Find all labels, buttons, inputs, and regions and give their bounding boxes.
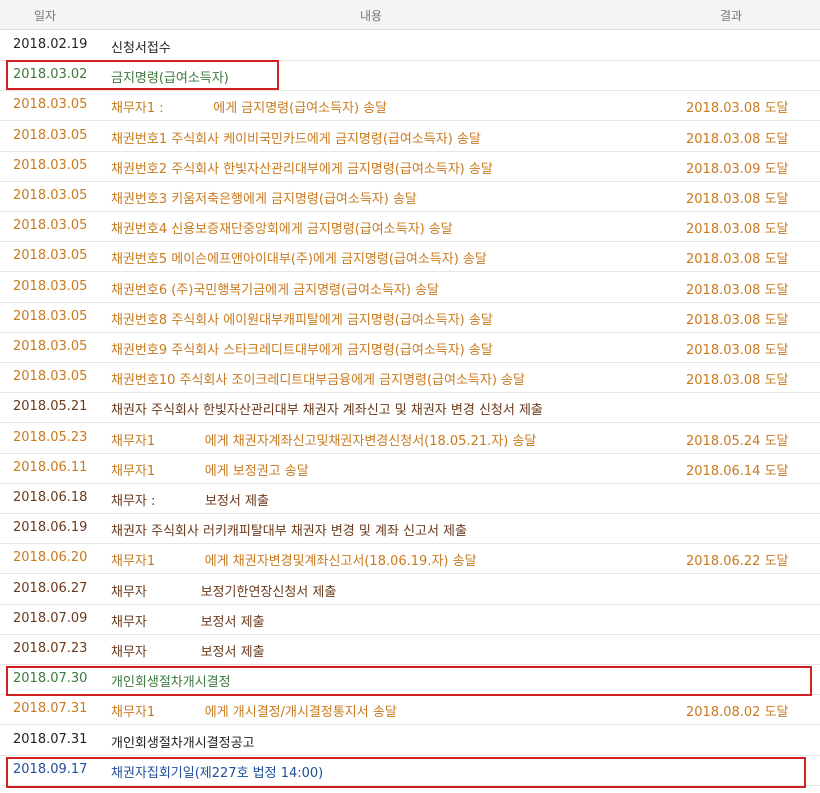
- table-row: 2018.03.05 채권번호2 주식회사 한빛자산관리대부에게 금지명령(급여소…: [0, 151, 820, 182]
- table-row: 2018.06.11 채무자1 에게 보정권고 송달 2018.06.14 도달: [0, 453, 820, 484]
- row-content: 채권자 주식회사 한빛자산관리대부 채권자 계좌신고 및 채권자 변경 신청서 …: [111, 403, 543, 419]
- row-result: 2018.08.02 도달: [686, 705, 789, 721]
- row-result: 2018.03.08 도달: [686, 252, 789, 268]
- row-content: 채무자1 에게 개시결정/개시결정통지서 송달: [111, 705, 397, 721]
- row-date: 2018.06.27: [13, 580, 88, 596]
- row-content: 신청서접수: [111, 41, 171, 56]
- row-content: 채무자 : 보정서 제출: [111, 494, 269, 509]
- row-date: 2018.06.20: [13, 550, 88, 566]
- row-date: 2018.03.05: [13, 278, 88, 294]
- table-row: 2018.07.31 개인회생절차개시결정공고: [0, 725, 820, 756]
- header-result: 결과: [720, 9, 743, 23]
- table-row: 2018.03.05 채권번호9 주식회사 스타크레디트대부에게 금지명령(급여소…: [0, 332, 820, 363]
- highlight-box: [6, 666, 812, 696]
- row-date: 2018.05.23: [13, 429, 88, 445]
- row-content: 채무자 보정기한연장신청서 제출: [111, 584, 337, 600]
- header-date: 일자: [34, 9, 57, 23]
- row-result: 2018.03.08 도달: [686, 373, 789, 389]
- table-row: 2018.06.27 채무자 보정기한연장신청서 제출: [0, 574, 820, 605]
- row-date: 2018.03.05: [13, 308, 88, 324]
- header-content: 내용: [360, 9, 383, 23]
- row-date: 2018.03.05: [13, 127, 88, 143]
- table-row: 2018.06.20 채무자1 에게 채권자변경및계좌신고서(18.06.19.자…: [0, 543, 820, 575]
- row-content: 채권번호9 주식회사 스타크레디트대부에게 금지명령(급여소득자) 송달: [111, 343, 493, 358]
- table-header: 일자 내용 결과: [0, 0, 820, 30]
- row-result: 2018.03.08 도달: [686, 101, 789, 117]
- table-row: 2018.06.19 채권자 주식회사 러키캐피탈대부 채권자 변경 및 계좌 신…: [0, 513, 820, 545]
- row-result: 2018.06.14 도달: [686, 463, 789, 479]
- row-result: 2018.03.08 도달: [686, 282, 789, 298]
- row-date: 2018.03.05: [13, 339, 88, 354]
- row-date: 2018.03.05: [13, 369, 88, 385]
- row-content: 채권번호6 (주)국민행복기금에게 금지명령(급여소득자) 송달: [111, 282, 439, 298]
- row-date: 2018.06.19: [13, 520, 88, 536]
- row-content: 채권번호5 메이슨에프앤아이대부(주)에게 금지명령(급여소득자) 송달: [111, 252, 487, 268]
- row-result: 2018.06.22 도달: [686, 554, 789, 570]
- row-result: 2018.03.09 도달: [686, 161, 789, 177]
- row-content: 채무자 보정서 제출: [111, 645, 265, 660]
- row-content: 채권자 주식회사 러키캐피탈대부 채권자 변경 및 계좌 신고서 제출: [111, 524, 467, 540]
- table-row: 2018.03.05 채무자1 : 에게 금지명령(급여소득자) 송달 2018.0…: [0, 90, 820, 122]
- table-row: 2018.03.05 채권번호10 주식회사 조이크레디트대부금융에게 금지명령(…: [0, 362, 820, 394]
- row-content: 개인회생절차개시결정공고: [111, 735, 255, 751]
- row-content: 채무자1 에게 채권자계좌신고및채권자변경신청서(18.05.21.자) 송달: [111, 433, 537, 449]
- row-date: 2018.03.05: [13, 157, 88, 173]
- row-content: 채무자1 : 에게 금지명령(급여소득자) 송달: [111, 101, 388, 117]
- highlight-box: [6, 60, 279, 90]
- row-date: 2018.02.19: [13, 37, 88, 52]
- row-date: 2018.03.05: [13, 218, 88, 234]
- row-date: 2018.07.31: [13, 701, 88, 717]
- row-date: 2018.07.09: [13, 610, 88, 626]
- row-date: 2018.06.18: [13, 490, 88, 505]
- row-content: 채권번호10 주식회사 조이크레디트대부금융에게 금지명령(급여소득자) 송달: [111, 373, 525, 389]
- row-content: 채권번호1 주식회사 케이비국민카드에게 금지명령(급여소득자) 송달: [111, 131, 481, 147]
- row-result: 2018.03.08 도달: [686, 222, 789, 238]
- row-date: 2018.06.11: [13, 459, 88, 475]
- row-content: 채무자1 에게 보정권고 송달: [111, 463, 309, 479]
- row-content: 채무자1 에게 채권자변경및계좌신고서(18.06.19.자) 송달: [111, 554, 477, 570]
- table-row: 2018.02.19 신청서접수: [0, 30, 820, 61]
- row-result: 2018.03.08 도달: [686, 192, 789, 207]
- table-row: 2018.07.23 채무자 보정서 제출: [0, 634, 820, 665]
- row-content: 채권번호2 주식회사 한빛자산관리대부에게 금지명령(급여소득자) 송달: [111, 161, 493, 177]
- row-date: 2018.03.05: [13, 248, 88, 264]
- row-date: 2018.07.23: [13, 641, 88, 656]
- table-row: 2018.05.23 채무자1 에게 채권자계좌신고및채권자변경신청서(18.05…: [0, 423, 820, 454]
- row-result: 2018.05.24 도달: [686, 433, 789, 449]
- row-date: 2018.07.31: [13, 731, 88, 747]
- table-row: 2018.07.31 채무자1 에게 개시결정/개시결정통지서 송달 2018.08…: [0, 694, 820, 726]
- table-row: 2018.06.18 채무자 : 보정서 제출: [0, 483, 820, 514]
- table-row: 2018.03.05 채권번호5 메이슨에프앤아이대부(주)에게 금지명령(급여소…: [0, 241, 820, 273]
- row-result: 2018.03.08 도달: [686, 343, 789, 358]
- row-date: 2018.03.05: [13, 188, 88, 203]
- row-content: 채권번호3 키움저축은행에게 금지명령(급여소득자) 송달: [111, 192, 417, 207]
- table-row: 2018.03.05 채권번호1 주식회사 케이비국민카드에게 금지명령(급여소득…: [0, 121, 820, 152]
- row-date: 2018.05.21: [13, 399, 88, 415]
- table-row: 2018.03.05 채권번호8 주식회사 에이원대부캐피탈에게 금지명령(급여소…: [0, 302, 820, 333]
- row-result: 2018.03.08 도달: [686, 312, 789, 328]
- row-date: 2018.03.05: [13, 97, 88, 113]
- table-row: 2018.03.05 채권번호3 키움저축은행에게 금지명령(급여소득자) 송달 2…: [0, 181, 820, 212]
- row-content: 채권번호4 신용보증재단중앙회에게 금지명령(급여소득자) 송달: [111, 222, 453, 238]
- row-content: 채권번호8 주식회사 에이원대부캐피탈에게 금지명령(급여소득자) 송달: [111, 312, 493, 328]
- table-row: 2018.03.05 채권번호6 (주)국민행복기금에게 금지명령(급여소득자) …: [0, 272, 820, 303]
- table-row: 2018.07.09 채무자 보정서 제출: [0, 604, 820, 635]
- highlight-box: [6, 757, 806, 788]
- table-row: 2018.03.05 채권번호4 신용보증재단중앙회에게 금지명령(급여소득자) …: [0, 211, 820, 243]
- row-content: 채무자 보정서 제출: [111, 614, 265, 630]
- row-result: 2018.03.08 도달: [686, 131, 789, 147]
- table-row: 2018.05.21 채권자 주식회사 한빛자산관리대부 채권자 계좌신고 및 채…: [0, 392, 820, 424]
